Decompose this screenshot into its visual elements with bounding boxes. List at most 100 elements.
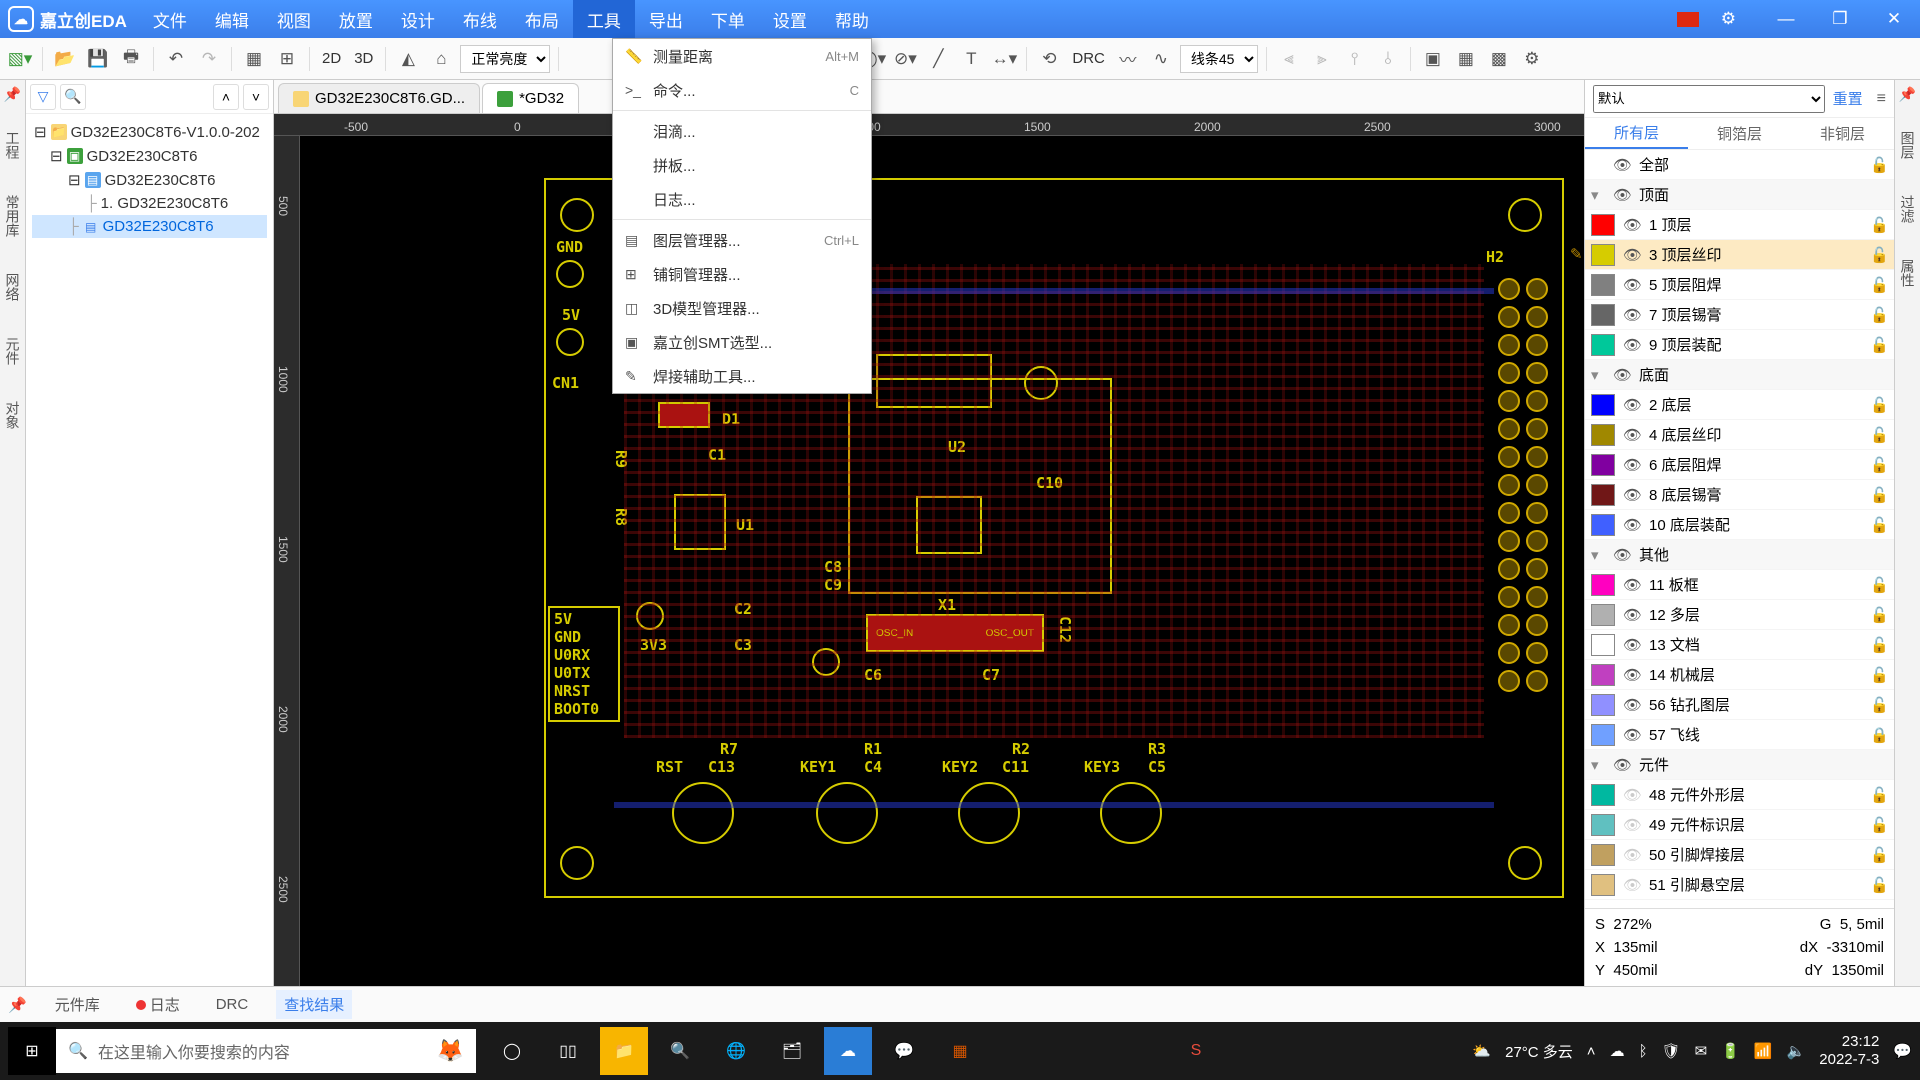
wave-icon[interactable]: ∿ <box>1147 45 1175 73</box>
menu-下单[interactable]: 下单 <box>697 0 759 38</box>
align-t-icon[interactable]: ⫯ <box>1341 45 1369 73</box>
sogou-icon[interactable]: S <box>1172 1027 1220 1075</box>
weather-text[interactable]: 27°C 多云 <box>1505 1041 1573 1062</box>
triangle-icon[interactable]: ◭ <box>394 45 422 73</box>
menu-item[interactable]: ✎焊接辅助工具... <box>613 359 871 393</box>
eye-icon[interactable]: 👁 <box>1623 576 1641 594</box>
color-swatch[interactable] <box>1591 484 1615 506</box>
save-icon[interactable]: 💾 <box>84 45 112 73</box>
color-swatch[interactable] <box>1591 694 1615 716</box>
layer-row[interactable]: 👁57 飞线🔒 <box>1585 720 1894 750</box>
rail-网络[interactable]: 网络 <box>1 265 25 309</box>
bluetooth-icon[interactable]: ᛒ <box>1639 1043 1648 1060</box>
view-2d-button[interactable]: 2D <box>318 50 345 67</box>
color-swatch[interactable] <box>1591 214 1615 236</box>
color-swatch[interactable] <box>1591 604 1615 626</box>
chevron-down-icon[interactable]: ▾ <box>1591 186 1605 204</box>
menu-设计[interactable]: 设计 <box>387 0 449 38</box>
new-icon[interactable]: ▧▾ <box>6 45 34 73</box>
menu-item[interactable]: 📏测量距离Alt+M <box>613 39 871 73</box>
tray-chevron-icon[interactable]: ˄ <box>1587 1043 1596 1060</box>
color-swatch[interactable] <box>1591 814 1615 836</box>
tab-copper-layers[interactable]: 铜箔层 <box>1688 118 1791 149</box>
layer-row[interactable]: 👁2 底层🔓 <box>1585 390 1894 420</box>
color-swatch[interactable] <box>1591 514 1615 536</box>
tree-root[interactable]: GD32E230C8T6-V1.0.0-202 <box>71 124 260 141</box>
taskview-icon[interactable]: ◯ <box>488 1027 536 1075</box>
eye-icon[interactable]: 👁 <box>1613 546 1631 564</box>
layer-row[interactable]: 👁1 顶层🔓 <box>1585 210 1894 240</box>
hidden-icon[interactable]: 👁 <box>1623 786 1641 804</box>
snap-icon[interactable]: ⊞ <box>273 45 301 73</box>
browser-icon[interactable]: 🌐 <box>712 1027 760 1075</box>
eye-icon[interactable]: 👁 <box>1623 306 1641 324</box>
menu-item[interactable]: >_命令...C <box>613 73 871 107</box>
layers-settings-icon[interactable]: ≡ <box>1877 90 1886 108</box>
eye-icon[interactable]: 👁 <box>1623 606 1641 624</box>
save-all-icon[interactable]: 🖶 <box>117 45 145 73</box>
rail-图层[interactable]: 图层 <box>1896 123 1920 167</box>
eye-icon[interactable]: 👁 <box>1623 516 1641 534</box>
color-swatch[interactable] <box>1591 634 1615 656</box>
drc-button[interactable]: DRC <box>1068 50 1109 67</box>
drc-tab[interactable]: DRC <box>208 992 257 1017</box>
rail-属性[interactable]: 属性 <box>1896 251 1920 295</box>
menu-导出[interactable]: 导出 <box>635 0 697 38</box>
battery-icon[interactable]: 🔋 <box>1721 1042 1740 1060</box>
tab-all-layers[interactable]: 所有层 <box>1585 118 1688 149</box>
eye-icon[interactable]: 👁 <box>1623 456 1641 474</box>
layer-row[interactable]: 👁11 板框🔓 <box>1585 570 1894 600</box>
layer-row[interactable]: 👁9 顶层装配🔓 <box>1585 330 1894 360</box>
lock-icon[interactable]: 🔒 <box>1870 726 1888 744</box>
tree-schematic[interactable]: GD32E230C8T6 <box>105 172 216 189</box>
search-icon[interactable]: 🔍 <box>60 84 86 110</box>
taskbar-clock[interactable]: 23:12 2022-7-3 <box>1819 1033 1879 1069</box>
menu-编辑[interactable]: 编辑 <box>201 0 263 38</box>
align-b-icon[interactable]: ⫰ <box>1374 45 1402 73</box>
color-swatch[interactable] <box>1591 664 1615 686</box>
layer-row[interactable]: 👁50 引脚焊接层🔓 <box>1585 840 1894 870</box>
lock-icon[interactable]: 🔓 <box>1870 576 1888 594</box>
rail-pin-icon[interactable]: 📌 <box>1899 86 1916 103</box>
color-swatch[interactable] <box>1591 874 1615 896</box>
brightness-select[interactable]: 正常亮度 <box>460 45 550 73</box>
no-icon[interactable]: ⊘▾ <box>891 45 919 73</box>
view-3d-button[interactable]: 3D <box>350 50 377 67</box>
eye-icon[interactable]: 👁 <box>1623 636 1641 654</box>
lock-icon[interactable]: 🔓 <box>1870 426 1888 444</box>
rail-常用库[interactable]: 常用库 <box>1 187 25 245</box>
menu-帮助[interactable]: 帮助 <box>821 0 883 38</box>
rail-工程[interactable]: 工程 <box>1 123 25 167</box>
cam1-icon[interactable]: ▣ <box>1419 45 1447 73</box>
redo-icon[interactable]: ↷ <box>195 45 223 73</box>
menu-item[interactable]: ⊞铺铜管理器... <box>613 257 871 291</box>
menu-设置[interactable]: 设置 <box>759 0 821 38</box>
ppt-icon[interactable]: ▦ <box>936 1027 984 1075</box>
lock-icon[interactable]: 🔓 <box>1870 606 1888 624</box>
menu-布线[interactable]: 布线 <box>449 0 511 38</box>
eye-icon[interactable]: 👁 <box>1623 396 1641 414</box>
color-swatch[interactable]: ✎ <box>1591 244 1615 266</box>
minimize-button[interactable]: — <box>1768 7 1804 31</box>
chevron-down-icon[interactable]: ▾ <box>1591 756 1605 774</box>
lock-icon[interactable]: 🔓 <box>1870 846 1888 864</box>
eye-icon[interactable]: 👁 <box>1623 246 1641 264</box>
tree-pcb[interactable]: GD32E230C8T6 <box>103 218 214 235</box>
tree-board[interactable]: GD32E230C8T6 <box>87 148 198 165</box>
lock-icon[interactable]: 🔓 <box>1870 876 1888 894</box>
preset-select[interactable]: 默认 <box>1593 85 1825 113</box>
color-swatch[interactable] <box>1591 394 1615 416</box>
menu-工具[interactable]: 工具 <box>573 0 635 38</box>
lock-icon[interactable]: 🔓 <box>1870 456 1888 474</box>
eye-icon[interactable]: 👁 <box>1623 696 1641 714</box>
eye-icon[interactable]: 👁 <box>1623 726 1641 744</box>
lock-icon[interactable]: 🔓 <box>1870 336 1888 354</box>
security-icon[interactable]: 🛡 <box>1662 1042 1681 1060</box>
hidden-icon[interactable]: 👁 <box>1623 846 1641 864</box>
menu-item[interactable]: 泪滴... <box>613 114 871 148</box>
filter-icon[interactable]: ▽ <box>30 84 56 110</box>
menu-视图[interactable]: 视图 <box>263 0 325 38</box>
onedrive-icon[interactable]: ☁ <box>1610 1042 1625 1060</box>
lock-icon[interactable]: 🔓 <box>1870 276 1888 294</box>
maximize-button[interactable]: ❐ <box>1822 7 1858 31</box>
